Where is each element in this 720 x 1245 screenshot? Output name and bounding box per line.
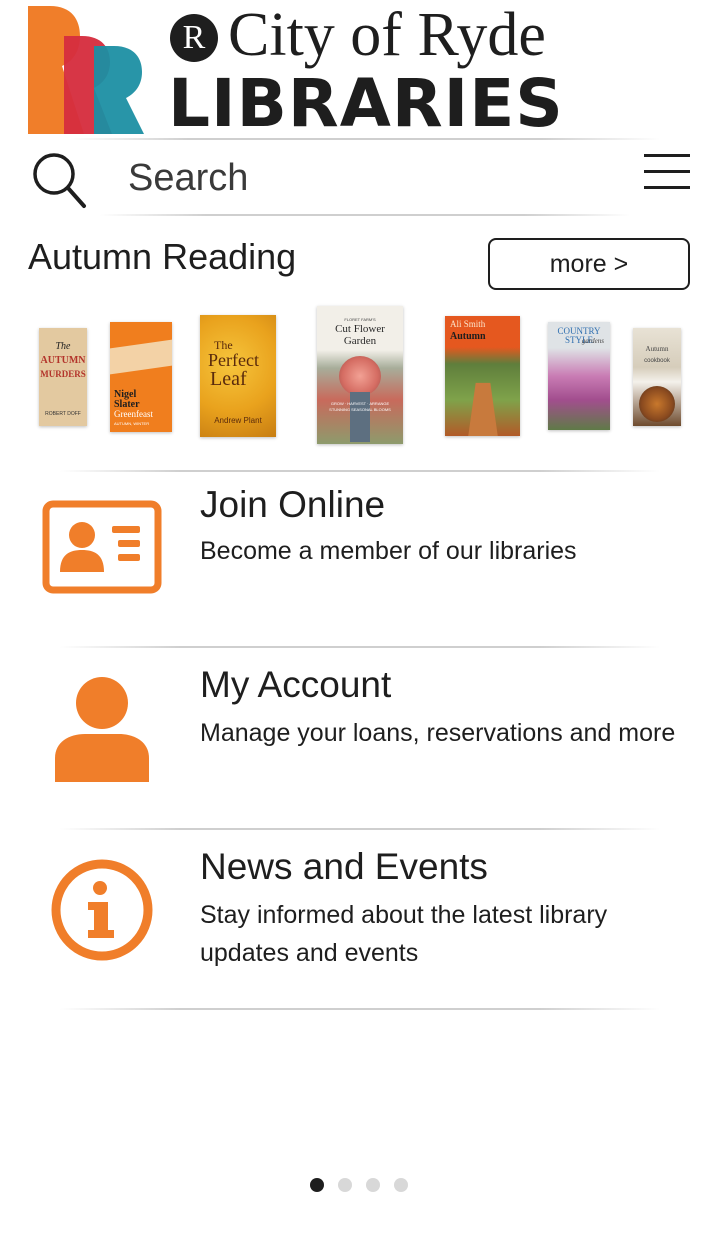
library-logo: R City of Ryde LIBRARIES — [28, 1, 563, 140]
page-dot-3[interactable] — [366, 1178, 380, 1192]
book-cover[interactable]: COUNTRY STYLE gardens — [548, 322, 610, 430]
my-account-item[interactable]: My Account Manage your loans, reservatio… — [0, 648, 720, 828]
news-events-item[interactable]: News and Events Stay informed about the … — [0, 830, 720, 1010]
my-account-title: My Account — [200, 664, 392, 705]
book-carousel[interactable]: The AUTUMN MURDERS ROBERT DOFF Nigel Sla… — [0, 300, 720, 450]
page-dot-4[interactable] — [394, 1178, 408, 1192]
book-cover-text: cookbook — [644, 358, 670, 364]
join-online-item[interactable]: Join Online Become a member of our libra… — [0, 472, 720, 646]
book-cover-text: Autumn — [645, 345, 669, 353]
book-cover-text: AUTUMN, WINTER — [114, 421, 150, 426]
book-cover-text: MURDERS — [40, 369, 86, 379]
person-icon — [55, 677, 149, 782]
book-cover-text: STUNNING SEASONAL BLOOMS — [329, 407, 391, 412]
book-cover[interactable]: The Perfect Leaf Andrew Plant — [200, 315, 276, 437]
search-icon[interactable] — [30, 150, 90, 210]
book-cover-text: FLORET FARM'S — [344, 317, 376, 322]
divider — [70, 138, 660, 140]
book-cover[interactable]: The AUTUMN MURDERS ROBERT DOFF — [39, 328, 87, 426]
search-input[interactable] — [128, 152, 608, 204]
logo-city-text: City of Ryde — [228, 1, 546, 69]
book-cover-text: Ali Smith — [450, 319, 486, 329]
logo-libraries-text: LIBRARIES — [168, 65, 564, 142]
book-cover-text: Andrew Plant — [214, 416, 262, 425]
logo-mark-icon — [28, 6, 144, 134]
more-button[interactable]: more > — [488, 238, 690, 290]
book-cover-text: Autumn — [450, 331, 486, 342]
book-cover[interactable]: Autumn cookbook — [633, 328, 681, 426]
my-account-description: Manage your loans, reservations and more — [200, 719, 676, 747]
book-cover-text: gardens — [581, 337, 604, 345]
divider — [100, 214, 630, 216]
book-cover[interactable]: Nigel Slater Greenfeast AUTUMN, WINTER — [110, 322, 172, 432]
book-cover-text: The — [55, 341, 71, 352]
news-events-title: News and Events — [200, 846, 488, 887]
book-cover-text: Cut Flower — [335, 323, 385, 335]
book-cover[interactable]: FLORET FARM'S Cut Flower Garden GROW · H… — [317, 306, 403, 444]
search-bar — [0, 142, 720, 214]
join-online-description: Become a member of our libraries — [200, 537, 577, 565]
logo-badge: R — [170, 14, 218, 62]
page-dot-2[interactable] — [338, 1178, 352, 1192]
book-cover-text: GROW · HARVEST · ARRANGE — [330, 401, 390, 406]
book-cover-text: Leaf — [210, 368, 247, 390]
divider — [60, 1008, 660, 1010]
book-cover-text: ROBERT DOFF — [45, 411, 81, 417]
book-cover-text: Garden — [343, 335, 377, 347]
book-cover-text: AUTUMN — [40, 355, 86, 366]
join-online-title: Join Online — [200, 484, 386, 525]
info-icon — [51, 859, 153, 961]
news-events-description: Stay informed about the latest library u… — [200, 901, 608, 967]
hamburger-menu-icon[interactable] — [644, 154, 692, 194]
page-dot-1[interactable] — [310, 1178, 324, 1192]
book-cover-text: Greenfeast — [114, 409, 153, 419]
member-card-icon — [42, 500, 162, 594]
book-cover[interactable]: Ali Smith Autumn — [445, 316, 520, 436]
section-title: Autumn Reading — [28, 236, 297, 277]
